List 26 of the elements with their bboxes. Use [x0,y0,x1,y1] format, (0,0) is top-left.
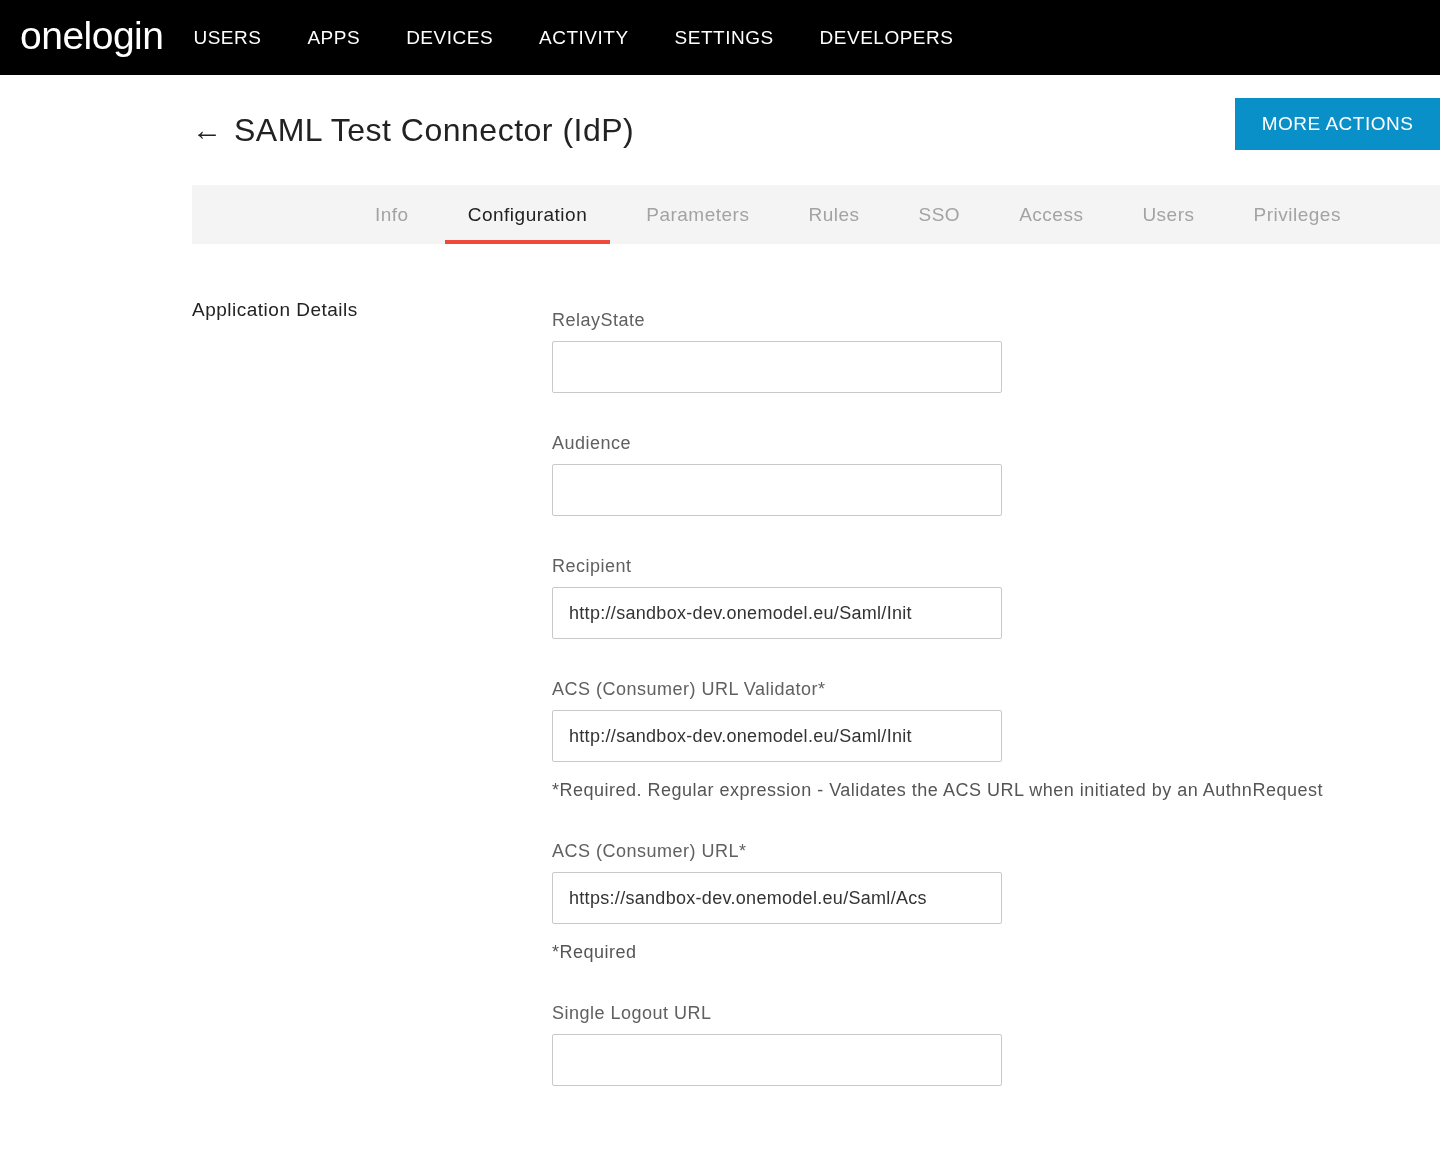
tab[interactable]: Configuration [444,185,611,244]
nav-link[interactable]: ACTIVITY [539,26,629,49]
nav-link[interactable]: DEVELOPERS [819,26,954,49]
field-label: Single Logout URL [552,1003,713,1024]
nav-link[interactable]: DEVICES [406,26,494,49]
input-field[interactable]: http://sandbox-dev.onemodel.eu/Saml/Init [552,587,1002,639]
more-actions-button[interactable]: MORE ACTIONS [1235,98,1440,150]
nav-link[interactable]: SETTINGS [674,26,774,49]
page-title: SAML Test Connector (IdP) [234,111,636,149]
input-field[interactable] [552,1034,1002,1086]
nav-link[interactable]: APPS [307,26,361,49]
field-label: Recipient [552,556,633,577]
section-title: Application Details [192,299,359,322]
field-label: ACS (Consumer) URL Validator* [552,679,827,700]
input-field[interactable] [552,341,1002,393]
input-field[interactable] [552,464,1002,516]
input-field[interactable]: http://sandbox-dev.onemodel.eu/Saml/Init [552,710,1002,762]
logo: onelogin [20,16,164,59]
input-field[interactable]: https://sandbox-dev.onemodel.eu/Saml/Acs [552,872,1002,924]
field-note: *Required. Regular expression - Validates the ACS URL when initiated by an AuthnRequest [552,780,1323,801]
nav-link[interactable]: USERS [193,26,262,49]
back-arrow[interactable]: ← [192,113,222,147]
field-label: RelayState [552,310,647,331]
field-label: Audience [552,433,633,454]
field-label: ACS (Consumer) URL* [552,841,748,862]
field-note: *Required [552,942,638,963]
